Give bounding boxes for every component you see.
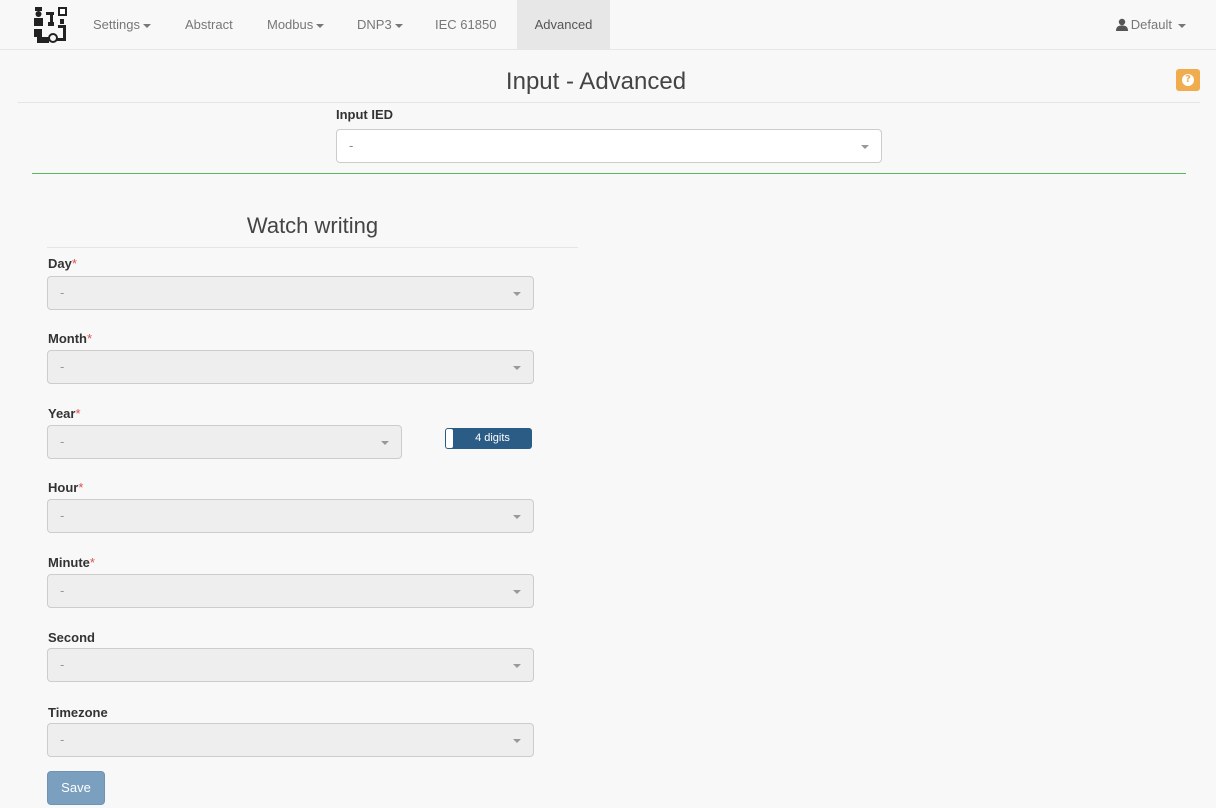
required-marker: *	[71, 256, 77, 271]
year-label-text: Year	[48, 406, 76, 421]
year-value: -	[60, 434, 65, 449]
hour-label-text: Hour	[48, 480, 79, 495]
chevron-down-icon	[513, 739, 521, 743]
chevron-down-icon	[513, 366, 521, 370]
nav-settings[interactable]: Settings	[78, 0, 166, 50]
watch-writing-title: Watch writing	[246, 213, 379, 238]
minute-value: -	[60, 583, 65, 598]
caret-down-icon	[394, 23, 403, 28]
chevron-down-icon	[513, 590, 521, 594]
required-marker: *	[78, 480, 84, 495]
section-divider	[32, 173, 1186, 174]
user-menu[interactable]: Default	[1115, 0, 1186, 50]
question-circle-icon: ?	[1182, 74, 1194, 86]
top-navbar: Settings Abstract Modbus DNP3 IEC 61850 …	[0, 0, 1216, 50]
brand-logo[interactable]	[32, 4, 72, 46]
day-label-text: Day	[48, 256, 72, 271]
nav-settings-label: Settings	[93, 17, 140, 32]
minute-label-text: Minute	[48, 555, 90, 570]
timezone-label: Timezone	[48, 705, 108, 720]
day-value: -	[60, 285, 65, 300]
input-ied-select[interactable]: -	[336, 129, 882, 163]
help-button[interactable]: ?	[1176, 69, 1200, 91]
minute-select[interactable]: -	[47, 574, 534, 608]
year-digits-toggle[interactable]: 4 digits	[445, 428, 532, 449]
day-label: Day*	[48, 256, 77, 271]
nav-advanced[interactable]: Advanced	[517, 0, 610, 50]
nav-advanced-label: Advanced	[534, 17, 593, 32]
caret-down-icon	[1178, 23, 1186, 28]
month-value: -	[60, 359, 65, 374]
timezone-value: -	[60, 732, 65, 747]
hour-select[interactable]: -	[47, 499, 534, 533]
year-label: Year*	[48, 406, 81, 421]
chevron-down-icon	[513, 664, 521, 668]
watch-writing-divider	[47, 247, 578, 248]
nav-iec61850[interactable]: IEC 61850	[420, 0, 511, 50]
hour-label: Hour*	[48, 480, 83, 495]
second-select[interactable]: -	[47, 648, 534, 682]
user-icon	[1115, 18, 1128, 31]
caret-down-icon	[142, 23, 151, 28]
minute-label: Minute*	[48, 555, 95, 570]
hour-value: -	[60, 508, 65, 523]
timezone-label-text: Timezone	[48, 705, 108, 720]
day-select[interactable]: -	[47, 276, 534, 310]
chevron-down-icon	[513, 515, 521, 519]
chevron-down-icon	[861, 145, 869, 149]
title-divider	[18, 102, 1200, 103]
toggle-knob	[446, 429, 453, 448]
timezone-select[interactable]: -	[47, 723, 534, 757]
nav-abstract[interactable]: Abstract	[170, 0, 248, 50]
page-title: Input - Advanced	[505, 68, 687, 95]
month-select[interactable]: -	[47, 350, 534, 384]
nav-dnp3[interactable]: DNP3	[342, 0, 418, 50]
month-label-text: Month	[48, 331, 87, 346]
toggle-label: 4 digits	[475, 432, 510, 444]
chevron-down-icon	[381, 441, 389, 445]
second-label: Second	[48, 630, 95, 645]
month-label: Month*	[48, 331, 92, 346]
caret-down-icon	[316, 23, 325, 28]
nav-abstract-label: Abstract	[185, 17, 233, 32]
input-ied-value: -	[349, 138, 354, 153]
user-menu-label: Default	[1130, 17, 1172, 32]
nav-dnp3-label: DNP3	[357, 17, 392, 32]
second-label-text: Second	[48, 630, 95, 645]
nav-modbus-label: Modbus	[267, 17, 314, 32]
nav-modbus[interactable]: Modbus	[252, 0, 339, 50]
chevron-down-icon	[513, 292, 521, 296]
required-marker: *	[86, 331, 93, 346]
input-ied-label: Input IED	[336, 107, 394, 122]
nav-iec61850-label: IEC 61850	[435, 17, 497, 32]
required-marker: *	[89, 555, 95, 570]
required-marker: *	[75, 406, 81, 421]
second-value: -	[60, 657, 65, 672]
year-select[interactable]: -	[47, 425, 402, 459]
save-button[interactable]: Save	[47, 771, 105, 805]
